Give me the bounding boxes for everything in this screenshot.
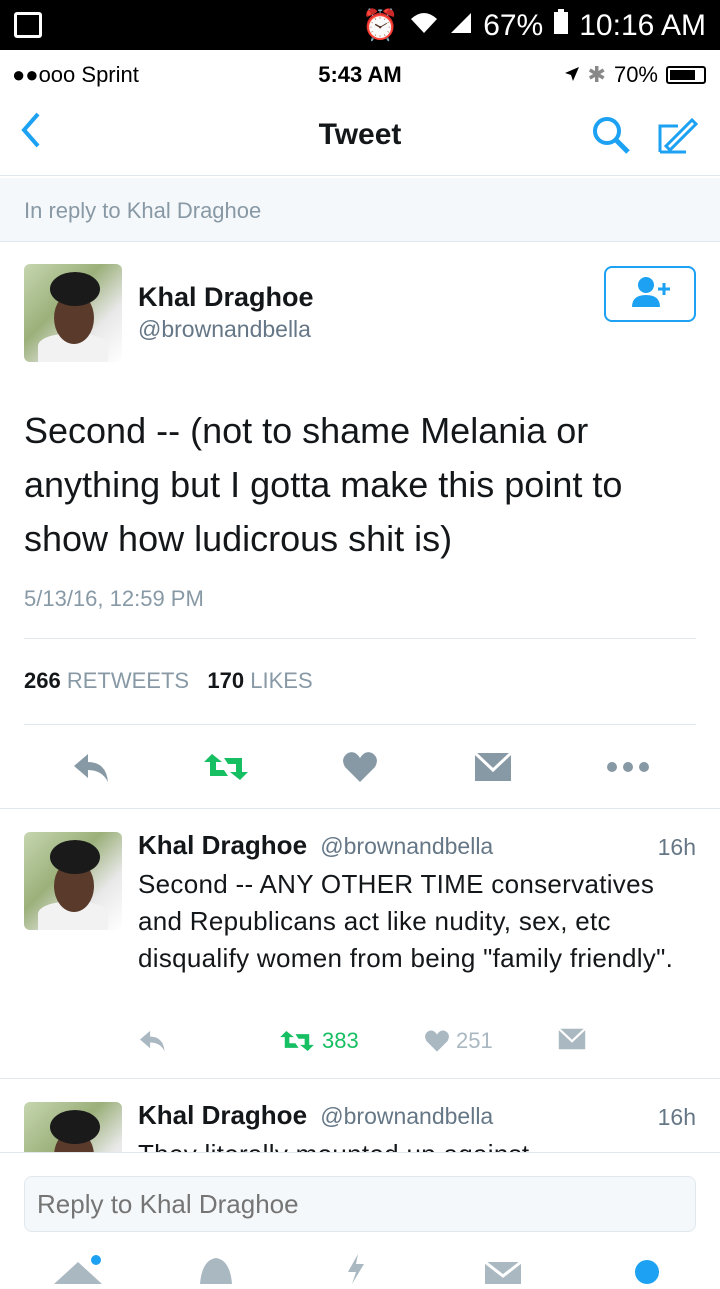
tweet-timestamp: 5/13/16, 12:59 PM: [24, 586, 204, 611]
divider: [24, 638, 696, 639]
alarm-icon: ⏰: [361, 9, 400, 42]
like-icon[interactable]: [342, 750, 378, 789]
signal-icon: [449, 9, 473, 43]
gallery-icon: [14, 12, 42, 38]
reply-time: 16h: [657, 1104, 696, 1130]
android-status-bar: ⏰ 67% 10:16 AM: [0, 0, 720, 50]
reply-text: Second -- ANY OTHER TIME conservatives a…: [138, 869, 674, 973]
reply-actions: 383 251: [138, 1028, 618, 1068]
retweets-label[interactable]: RETWEETS: [67, 668, 189, 693]
reply-input[interactable]: [24, 1176, 696, 1232]
nav-icons: [590, 114, 699, 161]
more-icon[interactable]: [606, 760, 650, 778]
list-item[interactable]: Khal Draghoe @brownandbella 16h They lit…: [0, 1080, 720, 1152]
reply-time: 16h: [657, 834, 696, 860]
ios-battery-text: 70%: [613, 62, 658, 87]
reply-author-name: Khal Draghoe: [138, 1100, 308, 1130]
ios-battery-icon: [666, 66, 706, 84]
avatar[interactable]: [24, 832, 122, 930]
moments-icon[interactable]: [344, 1254, 368, 1289]
message-icon[interactable]: [473, 751, 513, 787]
ios-status-bar: ●●ooo Sprint 5:43 AM ✱ 70%: [0, 54, 720, 94]
like-count: 251: [456, 1028, 493, 1053]
navigation-bar: Tweet: [0, 96, 720, 176]
retweet-icon[interactable]: [202, 750, 250, 789]
follow-button[interactable]: [604, 266, 696, 322]
notifications-icon[interactable]: [196, 1254, 236, 1289]
reply-author-handle: @brownandbella: [320, 833, 494, 859]
wifi-icon: [409, 9, 439, 43]
like-button[interactable]: 251: [424, 1028, 493, 1054]
author-name[interactable]: Khal Draghoe: [138, 282, 314, 313]
ios-status-right: ✱ 70%: [564, 62, 706, 88]
reply-author[interactable]: Khal Draghoe @brownandbella: [138, 830, 493, 861]
retweet-count: 383: [322, 1028, 359, 1053]
reply-text: They literally mounted up against: [138, 1136, 688, 1152]
add-user-icon: [628, 275, 672, 314]
android-status-right: ⏰ 67% 10:16 AM: [362, 8, 706, 43]
tweet-actions: [0, 740, 720, 800]
reply-author-name: Khal Draghoe: [138, 830, 308, 860]
reply-author-handle: @brownandbella: [320, 1103, 494, 1129]
messages-icon[interactable]: [484, 1254, 522, 1289]
compose-icon[interactable]: [656, 114, 699, 161]
retweets-count[interactable]: 266: [24, 668, 61, 693]
tweet-stats: 266 RETWEETS 170 LIKES: [24, 668, 313, 694]
divider: [24, 724, 696, 725]
reply-author[interactable]: Khal Draghoe @brownandbella: [138, 1100, 493, 1131]
tab-bar: [0, 1248, 720, 1284]
battery-icon: [553, 8, 569, 43]
home-icon[interactable]: [50, 1254, 106, 1289]
likes-count[interactable]: 170: [207, 668, 244, 693]
android-battery-text: 67%: [483, 8, 544, 42]
in-reply-to-banner[interactable]: In reply to Khal Draghoe: [0, 178, 720, 242]
divider: [0, 1078, 720, 1079]
reply-icon[interactable]: [72, 750, 112, 791]
search-icon[interactable]: [590, 114, 632, 161]
tweet-text: Second -- (not to shame Melania or anyth…: [24, 410, 623, 559]
likes-label[interactable]: LIKES: [250, 668, 312, 693]
author-handle[interactable]: @brownandbella: [138, 316, 311, 343]
message-icon[interactable]: [558, 1028, 586, 1050]
avatar[interactable]: [24, 264, 122, 362]
location-icon: [564, 62, 580, 88]
divider: [0, 808, 720, 809]
profile-icon[interactable]: [632, 1254, 662, 1289]
bluetooth-icon: ✱: [587, 62, 606, 87]
retweet-button[interactable]: 383: [278, 1028, 359, 1054]
android-time: 10:16 AM: [579, 8, 706, 42]
reply-icon[interactable]: [138, 1028, 168, 1054]
avatar[interactable]: [24, 1102, 122, 1152]
